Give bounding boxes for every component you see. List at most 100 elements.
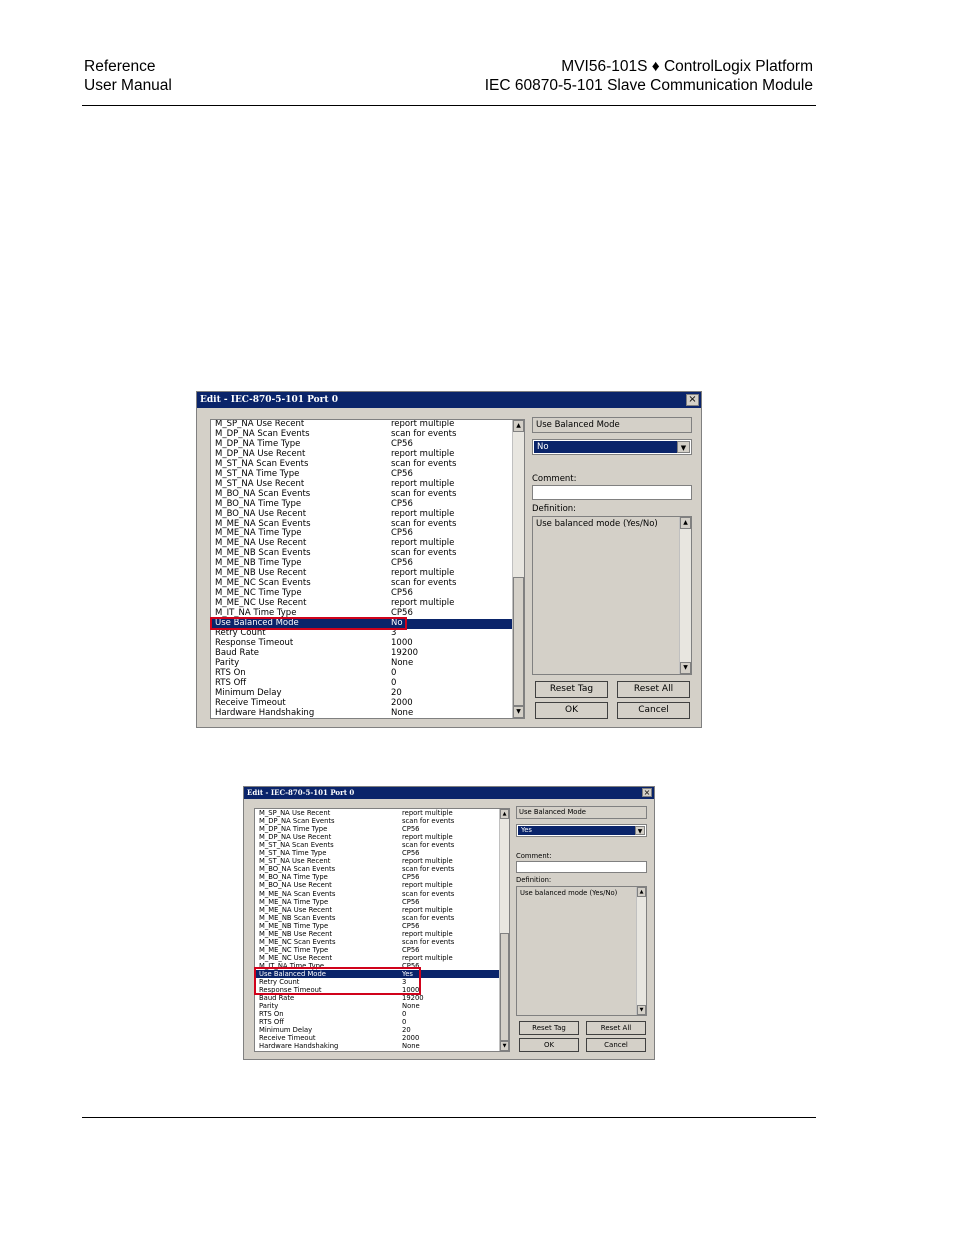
list-item[interactable]: M_BO_NA Use Recent report multiple: [255, 881, 499, 889]
parameter-value: report multiple: [402, 905, 453, 914]
scroll-down-icon[interactable]: ▼: [637, 1005, 646, 1015]
parameter-value: report multiple: [402, 953, 453, 962]
edit-dialog-yes: Edit - IEC-870-5-101 Port 0 × M_SP_NA Us…: [243, 786, 655, 1060]
parameter-name: M_ME_NA Time Type: [259, 897, 329, 906]
parameter-value: report multiple: [402, 929, 453, 938]
close-icon[interactable]: ×: [642, 788, 652, 797]
definition-scrollbar[interactable]: ▲ ▼: [636, 887, 646, 1015]
scroll-down-icon[interactable]: ▼: [680, 662, 691, 674]
parameter-value: 1000: [402, 986, 420, 995]
list-item[interactable]: M_ME_NC Scan Events scan for events: [255, 938, 499, 946]
scroll-down-icon[interactable]: ▼: [500, 1041, 509, 1051]
list-item[interactable]: Minimum Delay 20: [255, 1026, 499, 1034]
value-dropdown[interactable]: No ▼: [532, 439, 692, 455]
scroll-up-icon[interactable]: ▲: [500, 809, 509, 819]
list-item[interactable]: M_ST_NA Time Type CP56: [255, 849, 499, 857]
list-item[interactable]: M_BO_NA Scan Events scan for events: [255, 865, 499, 873]
dropdown-selected-value: Yes: [518, 826, 635, 835]
list-item[interactable]: M_DP_NA Scan Events scan for events: [255, 817, 499, 825]
ok-button[interactable]: OK: [535, 702, 608, 719]
value-dropdown[interactable]: Yes ▼: [516, 824, 647, 837]
dialog-title: Edit - IEC-870-5-101 Port 0: [247, 788, 355, 797]
list-item[interactable]: RTS On 0: [255, 1010, 499, 1018]
ok-button[interactable]: OK: [519, 1038, 579, 1052]
parameter-value: report multiple: [402, 809, 453, 817]
reset-tag-button[interactable]: Reset Tag: [535, 681, 608, 698]
edit-dialog-no: Edit - IEC-870-5-101 Port 0 × M_SP_NA Us…: [196, 391, 702, 728]
parameter-value: report multiple: [402, 833, 453, 842]
cancel-button[interactable]: Cancel: [617, 702, 690, 719]
parameter-name: M_ME_NC Time Type: [259, 945, 329, 954]
header-section: Reference: [84, 58, 156, 75]
scroll-up-icon[interactable]: ▲: [513, 420, 524, 432]
list-item[interactable]: M_ST_NA Scan Events scan for events: [255, 841, 499, 849]
list-item[interactable]: M_ME_NB Scan Events scan for events: [255, 914, 499, 922]
comment-input[interactable]: [516, 861, 647, 873]
chevron-down-icon[interactable]: ▼: [635, 826, 645, 835]
parameter-value: scan for events: [402, 865, 455, 874]
parameter-value: report multiple: [391, 508, 455, 519]
scroll-down-icon[interactable]: ▼: [513, 706, 524, 718]
parameter-value: Yes: [402, 970, 413, 978]
parameter-name: M_DP_NA Time Type: [259, 825, 328, 834]
list-item[interactable]: RTS Off 0: [255, 1018, 499, 1026]
parameter-value: scan for events: [402, 889, 455, 898]
list-item[interactable]: M_ME_NC Use Recent report multiple: [255, 954, 499, 962]
parameter-list[interactable]: M_SP_NA Use Recent report multiple M_DP_NA…: [254, 808, 510, 1052]
list-item[interactable]: M_BO_NA Time Type CP56: [255, 873, 499, 881]
scroll-thumb[interactable]: [500, 933, 509, 1041]
scroll-thumb[interactable]: [513, 577, 524, 706]
list-item[interactable]: Hardware Handshaking None: [255, 1042, 499, 1050]
list-item[interactable]: Receive Timeout 2000: [255, 1034, 499, 1042]
reset-all-button[interactable]: Reset All: [586, 1021, 646, 1035]
list-scrollbar[interactable]: ▲ ▼: [499, 809, 509, 1051]
parameter-name: M_BO_NA Time Type: [259, 873, 328, 882]
parameter-list[interactable]: M_SP_NA Use Recent report multiple M_DP_NA…: [210, 419, 525, 719]
definition-box: Use balanced mode (Yes/No) ▲ ▼: [532, 516, 692, 675]
list-item[interactable]: M_ME_NB Time Type CP56: [255, 922, 499, 930]
list-item[interactable]: M_ME_NB Use Recent report multiple: [255, 930, 499, 938]
header-product: MVI56-101S ♦ ControlLogix Platform: [561, 58, 813, 75]
close-icon[interactable]: ×: [686, 394, 699, 406]
list-item[interactable]: RTS On 0: [211, 668, 512, 679]
cancel-button[interactable]: Cancel: [586, 1038, 646, 1052]
parameter-value: 20: [402, 1026, 411, 1035]
list-item[interactable]: Hardware Handshaking None: [211, 708, 512, 718]
definition-scrollbar[interactable]: ▲ ▼: [679, 517, 691, 674]
list-item[interactable]: M_DP_NA Time Type CP56: [255, 825, 499, 833]
parameter-value: CP56: [402, 921, 420, 930]
list-item[interactable]: Use Balanced Mode Yes: [255, 970, 499, 979]
parameter-value: report multiple: [402, 881, 453, 890]
list-item[interactable]: Parity None: [255, 1002, 499, 1010]
parameter-name: RTS On: [259, 1010, 284, 1019]
list-item[interactable]: M_BO_NA Use Recent report multiple: [211, 508, 512, 520]
reset-tag-button[interactable]: Reset Tag: [519, 1021, 579, 1035]
definition-text: Use balanced mode (Yes/No): [536, 519, 658, 529]
list-item[interactable]: Baud Rate 19200: [255, 994, 499, 1002]
list-item[interactable]: M_ST_NA Use Recent report multiple: [255, 857, 499, 865]
scroll-up-icon[interactable]: ▲: [637, 887, 646, 897]
reset-all-button[interactable]: Reset All: [617, 681, 690, 698]
parameter-value: CP56: [402, 849, 420, 858]
list-item[interactable]: M_IT_NA Time Type CP56: [255, 962, 499, 970]
list-item[interactable]: Parity None: [211, 658, 512, 669]
parameter-name: M_ME_NC Use Recent: [259, 953, 333, 962]
chevron-down-icon[interactable]: ▼: [677, 441, 690, 453]
parameter-name: M_ST_NA Time Type: [259, 849, 327, 858]
definition-box: Use balanced mode (Yes/No) ▲ ▼: [516, 886, 647, 1016]
comment-input[interactable]: [532, 485, 692, 500]
scroll-up-icon[interactable]: ▲: [680, 517, 691, 529]
list-scrollbar[interactable]: ▲ ▼: [512, 420, 524, 718]
list-item[interactable]: M_ME_NA Use Recent report multiple: [255, 906, 499, 914]
list-item[interactable]: M_ME_NA Scan Events scan for events: [255, 890, 499, 898]
parameter-name: Hardware Handshaking: [259, 1042, 339, 1051]
list-item[interactable]: M_ME_NA Time Type CP56: [255, 898, 499, 906]
list-item[interactable]: Retry Count 3: [255, 978, 499, 986]
parameter-name: M_ME_NC Scan Events: [259, 937, 336, 946]
list-item[interactable]: Response Timeout 1000: [255, 986, 499, 994]
list-item[interactable]: M_SP_NA Use Recent report multiple: [255, 809, 499, 817]
list-item[interactable]: Baud Rate 19200: [211, 648, 512, 659]
list-item[interactable]: M_ME_NC Time Type CP56: [255, 946, 499, 954]
parameter-name: Baud Rate: [259, 994, 295, 1003]
list-item[interactable]: M_DP_NA Use Recent report multiple: [255, 833, 499, 841]
